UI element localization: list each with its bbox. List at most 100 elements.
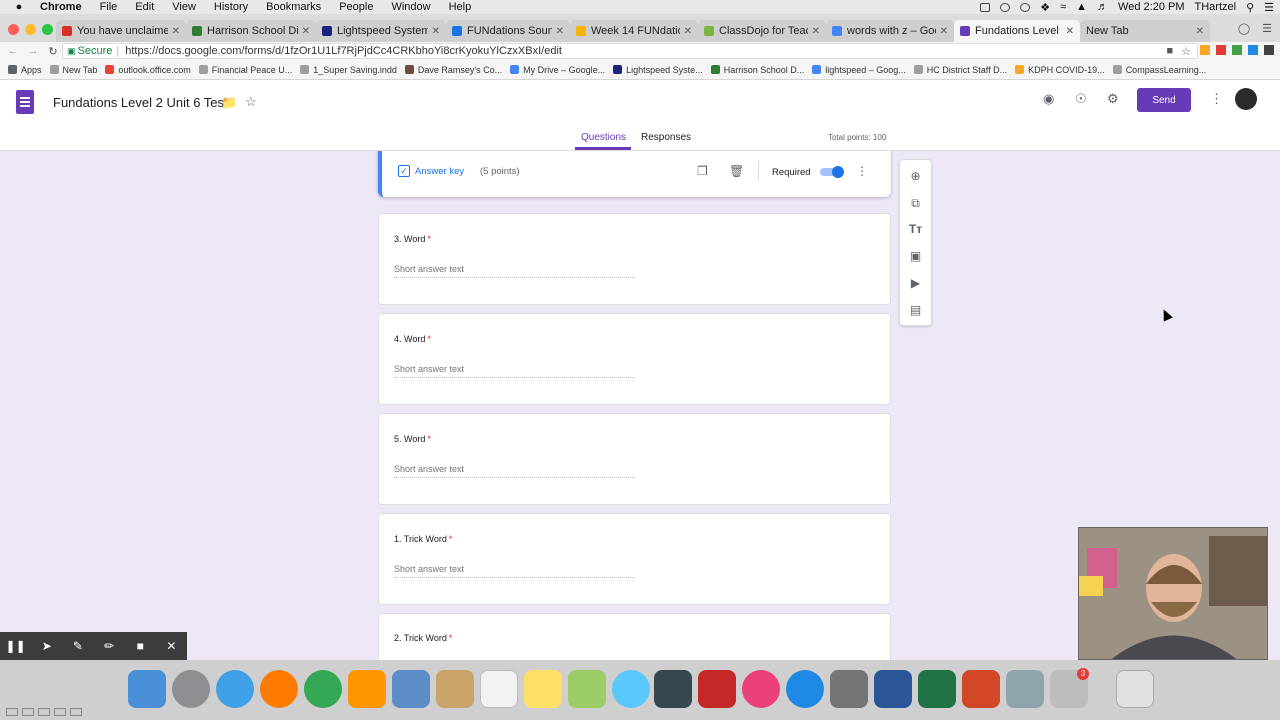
downloads-folder-icon[interactable] [1006,670,1044,708]
eject-icon[interactable]: ▲ [1076,1,1087,13]
reload-icon[interactable]: ↻ [46,45,60,58]
bluetooth-icon[interactable]: ❖ [1040,1,1050,14]
extension-icon[interactable] [1264,45,1274,55]
forward-icon[interactable]: → [26,45,40,57]
browser-tab[interactable]: You have unclaimed Liv ✕ [56,20,186,42]
browser-tab[interactable]: Lightspeed System – W ✕ [316,20,446,42]
clock-icon[interactable] [1020,2,1031,12]
bookmark[interactable]: HC District Staff D... [913,65,1007,75]
menu-history[interactable]: History [214,1,248,13]
avatar[interactable] [1235,88,1257,110]
extension-icon[interactable] [1232,45,1242,55]
wifi-icon[interactable]: ≈ [1060,1,1066,13]
palette-icon[interactable]: ◉ [1043,91,1054,107]
tab-close-icon[interactable]: ✕ [432,26,440,37]
add-title-icon[interactable]: Tт [900,222,931,236]
bookmark[interactable]: New Tab [49,65,97,75]
camera-icon[interactable]: ■ [125,639,156,653]
messages-icon[interactable] [612,670,650,708]
tab-close-icon[interactable]: ✕ [940,26,948,37]
tab-close-icon[interactable]: ✕ [684,26,692,37]
duplicate-icon[interactable]: ❐ [697,164,708,178]
powerpoint-icon[interactable] [962,670,1000,708]
extension-icon[interactable] [1200,45,1210,55]
menu-window[interactable]: Window [391,1,430,13]
question-card[interactable]: 2. Trick Word * [378,613,891,660]
menu-people[interactable]: People [339,1,373,13]
bookmark[interactable]: Lightspeed Syste... [613,65,703,75]
tab-responses[interactable]: Responses [641,132,691,143]
settings-gear-icon[interactable]: ⚙ [1107,91,1119,107]
tab-close-icon[interactable]: ✕ [812,26,820,37]
more-vert-icon[interactable]: ⋮ [1210,91,1223,107]
launchpad-icon[interactable] [172,670,210,708]
maps-icon[interactable] [568,670,606,708]
word-icon[interactable] [874,670,912,708]
photo-booth-icon[interactable] [654,670,692,708]
minimize-window-icon[interactable] [25,24,36,35]
bookmark[interactable]: lightspeed – Goog... [812,65,906,75]
menu-clock[interactable]: Wed 2:20 PM [1118,1,1184,13]
menu-bookmarks[interactable]: Bookmarks [266,1,321,13]
form-title[interactable]: Fundations Level 2 Unit 6 Test [53,95,228,110]
folder-icon[interactable]: 📁 [221,95,237,111]
system-preferences-icon[interactable] [830,670,868,708]
tab-close-icon[interactable]: ✕ [1196,26,1204,37]
tab-close-icon[interactable]: ✕ [302,26,310,37]
question-card[interactable]: 3. Word * Short answer text [378,213,891,305]
app-store-icon[interactable] [786,670,824,708]
delete-trash-icon[interactable]: 🗑 [729,164,744,178]
contacts-icon[interactable] [436,670,474,708]
preview-eye-icon[interactable]: ☉ [1075,91,1087,107]
close-window-icon[interactable] [8,24,19,35]
star-icon[interactable]: ☆ [245,94,257,110]
bookmark[interactable]: KDPH COVID-19... [1015,65,1105,75]
tab-close-icon[interactable]: ✕ [556,26,564,37]
menu-file[interactable]: File [100,1,118,13]
browser-tab[interactable]: Week 14 FUNdations – ( ✕ [570,20,698,42]
tab-close-icon[interactable]: ✕ [172,26,180,37]
answer-key-link[interactable]: Answer key [415,166,464,177]
window-thumb[interactable] [38,708,50,716]
excel-icon[interactable] [918,670,956,708]
trash-icon[interactable] [1116,670,1154,708]
menu-view[interactable]: View [172,1,196,13]
browser-tab[interactable]: Harrison School District ✕ [186,20,316,42]
add-video-icon[interactable]: ▶ [900,276,931,290]
volume-icon[interactable]: ♬ [1097,1,1108,13]
window-thumb[interactable] [22,708,34,716]
menu-user[interactable]: THartzel [1195,1,1237,13]
import-questions-icon[interactable]: ⧉ [900,196,931,211]
extension-icon[interactable] [1216,45,1226,55]
question-card[interactable]: 1. Trick Word * Short answer text [378,513,891,605]
highlighter-icon[interactable]: ✏ [94,639,125,653]
preview-icon[interactable] [392,670,430,708]
search-icon[interactable]: ⚲ [1246,1,1254,14]
question-title[interactable]: 1. Trick Word * [394,534,452,544]
browser-tab[interactable]: words with z – Google S ✕ [826,20,954,42]
bookmark[interactable]: outlook.office.com [105,65,191,75]
firefox-icon[interactable] [260,670,298,708]
question-title[interactable]: 3. Word * [394,234,431,244]
chrome-menu-icon[interactable]: ☰ [1262,22,1272,35]
add-section-icon[interactable]: ▤ [900,303,931,317]
safari-icon[interactable] [216,670,254,708]
menu-edit[interactable]: Edit [135,1,154,13]
bookmark[interactable]: Harrison School D... [710,65,804,75]
bookmark[interactable]: Financial Peace U... [198,65,292,75]
add-image-icon[interactable]: ▣ [900,249,931,263]
camera-icon[interactable]: ■ [1166,45,1173,58]
calendar-icon[interactable] [480,670,518,708]
question-card[interactable]: 5. Word * Short answer text [378,413,891,505]
list-icon[interactable]: ☰ [1264,1,1274,14]
question-card[interactable]: 4. Word * Short answer text [378,313,891,405]
send-button[interactable]: Send [1137,88,1191,112]
time-machine-icon[interactable] [1000,2,1011,12]
pointer-icon[interactable]: ➤ [31,639,62,653]
window-thumb[interactable] [70,708,82,716]
required-toggle[interactable] [818,166,844,178]
photos-app-icon[interactable] [698,670,736,708]
browser-tab[interactable]: ClassDojo for Teachers ✕ [698,20,826,42]
close-icon[interactable]: ✕ [156,639,187,653]
window-thumb[interactable] [6,708,18,716]
